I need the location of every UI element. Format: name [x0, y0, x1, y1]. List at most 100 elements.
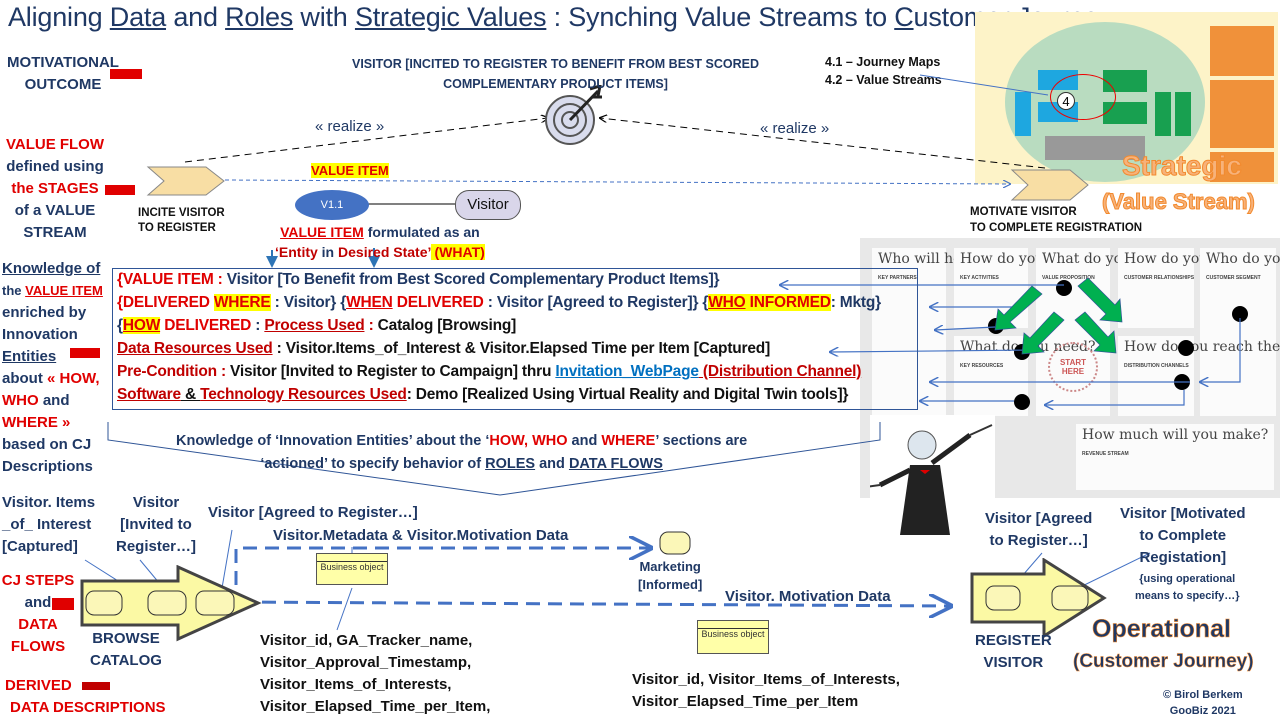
line-segment: Visitor [Invited to Register to Campaign… [230, 363, 556, 380]
stage-text: MOTIVATE VISITOR [970, 206, 1077, 218]
text: Register…] [116, 538, 197, 555]
knowledge-label: Knowledge of the VALUE ITEM enriched by … [2, 258, 103, 478]
text: REGISTER [975, 632, 1052, 649]
register-visitor-label: REGISTER VISITOR [975, 630, 1052, 674]
operational-sublabel: (Customer Journey) [1073, 651, 1254, 673]
text: ‘Entity [275, 244, 318, 260]
text: in [317, 244, 339, 260]
stage-text: INCITE VISITOR [138, 207, 225, 219]
label-text: of a VALUE [14, 202, 96, 219]
line-segment: WHEN [346, 294, 393, 311]
stage-incite-label: INCITE VISITOR TO REGISTER [138, 206, 225, 236]
label-text: Knowledge of [2, 260, 101, 277]
text: VISITOR [983, 654, 1044, 671]
text: Desired State’ [338, 244, 431, 260]
red-arrow-icon [70, 348, 100, 358]
value-item-line: {VALUE ITEM : Visitor [To Benefit from B… [117, 271, 720, 289]
text: HOW, WHO [489, 433, 568, 449]
label-text: Innovation [2, 326, 78, 343]
text: Visitor_id, Visitor_Items_of_Interests, [632, 671, 900, 688]
line-segment: : Demo [Realized Using Virtual Reality a… [406, 386, 849, 403]
label-text: and [38, 392, 70, 409]
agreed-label: Visitor [Agreed to Register…] [208, 504, 418, 521]
text: GooBiz 2021 [1169, 705, 1236, 717]
label-text: enriched by [2, 304, 87, 321]
label-text: based on CJ [2, 436, 92, 453]
realize-label: « realize » [760, 120, 830, 137]
line-segment: { [117, 317, 123, 334]
text: ’ sections are [655, 433, 748, 449]
line-segment: {VALUE ITEM : [117, 271, 223, 288]
operational-label: Operational [1092, 615, 1232, 644]
red-arrow-icon [52, 598, 74, 610]
stage-text: TO COMPLETE REGISTRATION [970, 222, 1143, 234]
realize-label: « realize » [315, 118, 385, 135]
data-description-1: Visitor_id, GA_Tracker_name, Visitor_Appr… [260, 630, 490, 718]
line-segment: : Visitor [Agreed to Register]} { [483, 294, 709, 311]
text: ROLES [485, 456, 536, 472]
line-segment: : [251, 317, 265, 334]
red-arrow-icon [110, 69, 142, 79]
line-segment: Software [117, 386, 181, 403]
text: Visitor_Elapsed_Time_per_Item [632, 693, 859, 710]
label-text: « HOW, [47, 370, 100, 387]
copyright: © Birol Berkem GooBiz 2021 [1163, 687, 1243, 719]
line-segment: : Visitor} { [270, 294, 347, 311]
value-item-tag: VALUE ITEM [311, 163, 389, 178]
cj-step-register-arrow [970, 558, 1107, 639]
text: [Captured] [2, 538, 78, 555]
line-segment: : [364, 317, 378, 334]
label-text: the STAGES [11, 180, 99, 197]
line-segment: : Visitor.Items_of_Interest & Visitor.El… [272, 340, 771, 357]
line-segment: Technology Resources Used [200, 386, 407, 403]
label-text: Descriptions [2, 458, 93, 475]
text: Visitor [132, 494, 180, 511]
label-text: about [2, 370, 47, 387]
text: Visitor [Agreed [985, 510, 1093, 527]
value-flow-label: VALUE FLOW defined using the STAGES of a VA… [0, 134, 110, 244]
motivated-label: Visitor [Motivated to Complete Registation… [1120, 503, 1246, 569]
label-text: VALUE FLOW [5, 136, 105, 153]
text: to Register…] [989, 532, 1088, 549]
label-text: MOTIVATIONAL OUTCOME [7, 54, 119, 93]
text: Visitor [Motivated [1120, 505, 1246, 522]
data-description-2: Visitor_id, Visitor_Items_of_Interests, V… [632, 669, 900, 713]
text: DATA FLOWS [568, 456, 663, 472]
value-item-box: {VALUE ITEM : Visitor [To Benefit from B… [112, 268, 918, 410]
text: FLOWS [10, 638, 66, 655]
line-segment: Process Used [264, 317, 365, 334]
green-arrows [994, 277, 1123, 355]
marketing-label: Marketing [Informed] [638, 558, 702, 594]
motivational-outcome-label: MOTIVATIONAL OUTCOME [0, 52, 126, 96]
value-item-formulated: VALUE ITEM formulated as an ‘Entity in D… [275, 222, 485, 262]
value-flow-line [224, 179, 1010, 184]
target-icon [545, 85, 602, 145]
line-segment: WHO [708, 294, 746, 311]
text: WHERE [601, 433, 656, 449]
stage-text: TO REGISTER [138, 222, 216, 234]
innovation-callout: Knowledge of ‘Innovation Entities’ about… [176, 430, 747, 476]
agreed-register-label: Visitor [Agreed to Register…] [985, 508, 1092, 552]
text: means to specify…} [1135, 590, 1240, 602]
label-text: STREAM [23, 224, 87, 241]
text: (WHAT) [430, 244, 485, 260]
line-segment: {DELIVERED [117, 294, 214, 311]
text: ‘actioned’ to specify behavior of [260, 456, 486, 472]
label-text: WHO [2, 392, 39, 409]
line-segment: Visitor [To Benefit from Best Scored Com… [222, 271, 720, 288]
text: to Complete [1139, 527, 1227, 544]
text: CATALOG [90, 652, 162, 669]
line-segment: Pre-Condition : [117, 363, 231, 380]
value-stage-motivate-icon [1010, 169, 1089, 201]
business-object: Business object [697, 620, 769, 654]
text: CJ STEPS [1, 572, 75, 589]
value-item-line: Data Resources Used : Visitor.Items_of_I… [117, 340, 770, 358]
goal-text: COMPLEMENTARY PRODUCT ITEMS] [443, 77, 668, 91]
line-segment: : Mktg} [830, 294, 881, 311]
text: and [567, 433, 602, 449]
value-item-v11: V1.1 [295, 190, 369, 220]
text: {using operational [1139, 573, 1236, 585]
line-segment: DELIVERED [392, 294, 484, 311]
value-item-line: Pre-Condition : Visitor [Invited to Regi… [117, 363, 861, 381]
line-segment: Invitation_WebPage [555, 363, 699, 380]
